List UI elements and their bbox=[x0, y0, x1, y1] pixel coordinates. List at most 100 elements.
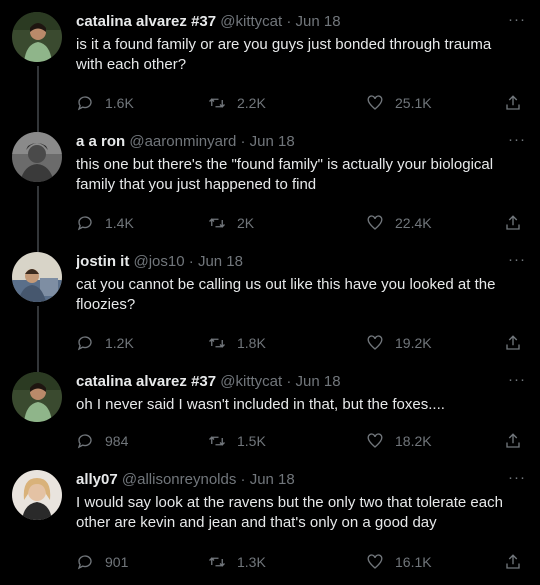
share-icon bbox=[506, 554, 520, 569]
retweet-button[interactable]: 1.5K bbox=[208, 432, 266, 450]
tweet-text: cat you cannot be calling us out like th… bbox=[76, 276, 496, 313]
display-name[interactable]: catalina alvarez #37 bbox=[76, 13, 216, 30]
timestamp[interactable]: Jun 18 bbox=[250, 133, 295, 150]
retweet-button[interactable]: 2K bbox=[208, 214, 254, 232]
share-button[interactable] bbox=[504, 432, 522, 450]
retweet-count: 1.8K bbox=[237, 335, 266, 351]
display-name[interactable]: a a ron bbox=[76, 133, 125, 150]
reply-icon bbox=[77, 216, 92, 231]
like-count: 25.1K bbox=[395, 95, 432, 111]
like-button[interactable]: 22.4K bbox=[366, 214, 432, 232]
handle[interactable]: @jos10 bbox=[134, 253, 185, 270]
more-options-icon[interactable]: ··· bbox=[508, 252, 526, 268]
more-options-icon[interactable]: ··· bbox=[508, 372, 526, 388]
reply-count: 1.6K bbox=[105, 95, 134, 111]
like-button[interactable]: 25.1K bbox=[366, 94, 432, 112]
retweet-icon bbox=[209, 218, 225, 228]
avatar[interactable] bbox=[12, 132, 62, 182]
separator-dot: · bbox=[240, 471, 246, 488]
more-options-icon[interactable]: ··· bbox=[508, 132, 526, 148]
separator-dot: · bbox=[286, 373, 292, 390]
display-name[interactable]: ally07 bbox=[76, 471, 118, 488]
heart-icon bbox=[367, 433, 383, 448]
retweet-icon bbox=[209, 436, 225, 446]
avatar[interactable] bbox=[12, 252, 62, 302]
share-icon bbox=[506, 335, 520, 350]
share-button[interactable] bbox=[504, 553, 522, 571]
retweet-button[interactable]: 1.3K bbox=[208, 553, 266, 571]
display-name[interactable]: catalina alvarez #37 bbox=[76, 373, 216, 390]
retweet-count: 1.3K bbox=[237, 554, 266, 570]
thread-line bbox=[37, 232, 39, 252]
thread-line bbox=[37, 352, 39, 372]
timestamp[interactable]: Jun 18 bbox=[250, 471, 295, 488]
thread-line bbox=[37, 112, 39, 132]
tweet-text: this one but there's the "found family" … bbox=[76, 156, 494, 193]
tweet-text: oh I never said I wasn't included in tha… bbox=[76, 396, 445, 413]
like-count: 16.1K bbox=[395, 554, 432, 570]
like-count: 19.2K bbox=[395, 335, 432, 351]
action-bar: 1.2K 1.8K 19.2K bbox=[76, 334, 528, 354]
handle[interactable]: @kittycat bbox=[220, 13, 282, 30]
reply-icon bbox=[77, 336, 92, 351]
retweet-button[interactable]: 1.8K bbox=[208, 334, 266, 352]
action-bar: 1.6K 2.2K 25.1K bbox=[76, 94, 528, 114]
like-button[interactable]: 16.1K bbox=[366, 553, 432, 571]
separator-dot: · bbox=[286, 13, 292, 30]
more-options-icon[interactable]: ··· bbox=[508, 470, 526, 486]
heart-icon bbox=[367, 554, 383, 569]
heart-icon bbox=[367, 335, 383, 350]
heart-icon bbox=[367, 95, 383, 110]
like-button[interactable]: 18.2K bbox=[366, 432, 432, 450]
reply-icon bbox=[77, 434, 92, 449]
like-count: 22.4K bbox=[395, 215, 432, 231]
share-button[interactable] bbox=[504, 334, 522, 352]
action-bar: 984 1.5K 18.2K bbox=[76, 432, 528, 452]
reply-count: 984 bbox=[105, 433, 129, 449]
reply-count: 901 bbox=[105, 554, 129, 570]
retweet-count: 2K bbox=[237, 215, 255, 231]
handle[interactable]: @allisonreynolds bbox=[122, 471, 236, 488]
action-bar: 1.4K 2K 22.4K bbox=[76, 214, 528, 234]
share-button[interactable] bbox=[504, 214, 522, 232]
heart-icon bbox=[367, 215, 383, 230]
share-icon bbox=[506, 215, 520, 230]
timestamp[interactable]: Jun 18 bbox=[296, 13, 341, 30]
tweet[interactable]: catalina alvarez #37 @kittycat · Jun 18 … bbox=[0, 0, 540, 124]
tweet-thread: catalina alvarez #37 @kittycat · Jun 18 … bbox=[0, 0, 540, 585]
reply-button[interactable]: 1.6K bbox=[76, 94, 134, 112]
reply-count: 1.2K bbox=[105, 335, 134, 351]
like-button[interactable]: 19.2K bbox=[366, 334, 432, 352]
avatar[interactable] bbox=[12, 372, 62, 422]
reply-button[interactable]: 1.2K bbox=[76, 334, 134, 352]
timestamp[interactable]: Jun 18 bbox=[296, 373, 341, 390]
handle[interactable]: @kittycat bbox=[220, 373, 282, 390]
tweet[interactable]: jostin it @jos10 · Jun 18 ··· cat you ca… bbox=[0, 232, 540, 364]
reply-icon bbox=[77, 96, 92, 111]
tweet[interactable]: a a ron @aaronminyard · Jun 18 ··· this … bbox=[0, 112, 540, 244]
more-options-icon[interactable]: ··· bbox=[508, 12, 526, 28]
tweet-text: is it a found family or are you guys jus… bbox=[76, 36, 492, 73]
reply-button[interactable]: 1.4K bbox=[76, 214, 134, 232]
share-button[interactable] bbox=[504, 94, 522, 112]
handle[interactable]: @aaronminyard bbox=[129, 133, 236, 150]
reply-icon bbox=[77, 555, 92, 570]
separator-dot: · bbox=[240, 133, 246, 150]
reply-button[interactable]: 984 bbox=[76, 432, 128, 450]
retweet-count: 1.5K bbox=[237, 433, 266, 449]
avatar[interactable] bbox=[12, 470, 62, 520]
retweet-icon bbox=[209, 338, 225, 348]
avatar[interactable] bbox=[12, 12, 62, 62]
tweet[interactable]: ally07 @allisonreynolds · Jun 18 ··· I w… bbox=[0, 458, 540, 585]
action-bar: 901 1.3K 16.1K bbox=[76, 553, 528, 573]
timestamp[interactable]: Jun 18 bbox=[198, 253, 243, 270]
like-count: 18.2K bbox=[395, 433, 432, 449]
reply-button[interactable]: 901 bbox=[76, 553, 128, 571]
retweet-icon bbox=[209, 557, 225, 567]
share-icon bbox=[506, 433, 520, 448]
retweet-button[interactable]: 2.2K bbox=[208, 94, 266, 112]
retweet-icon bbox=[209, 98, 225, 108]
reply-count: 1.4K bbox=[105, 215, 134, 231]
display-name[interactable]: jostin it bbox=[76, 253, 129, 270]
separator-dot: · bbox=[188, 253, 194, 270]
